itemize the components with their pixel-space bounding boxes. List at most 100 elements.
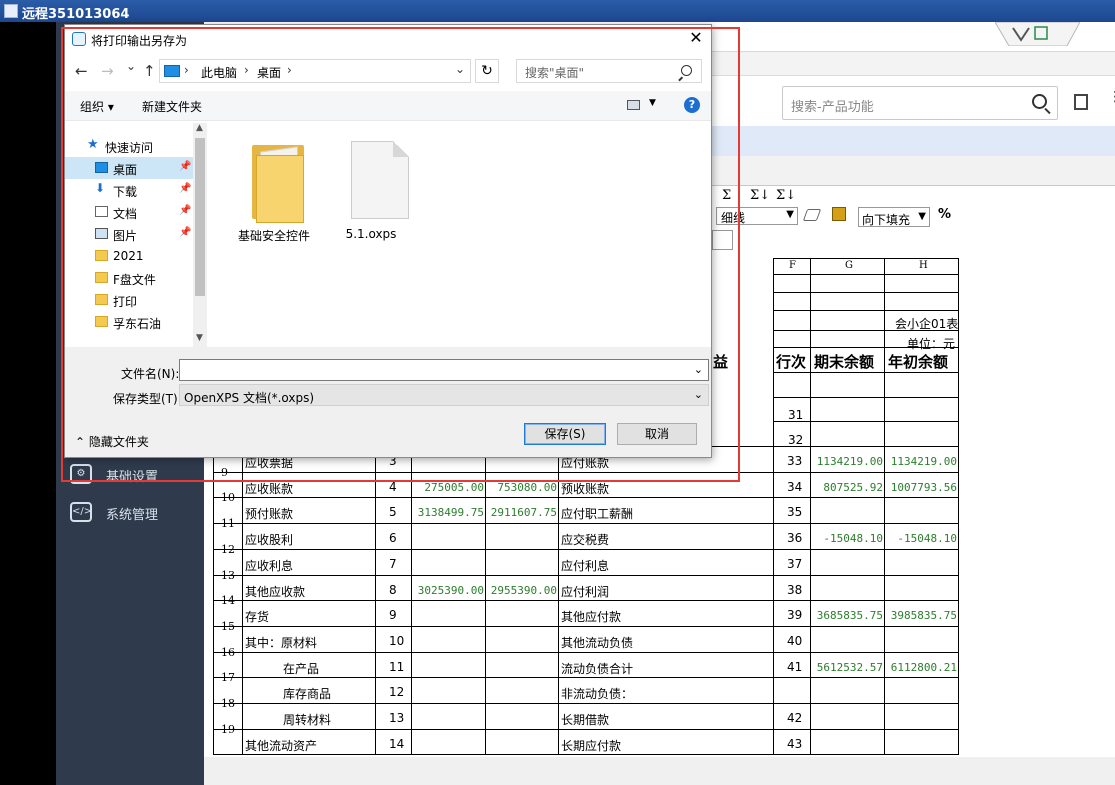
liability-item[interactable]: 长期应付款 bbox=[561, 737, 621, 754]
close-icon[interactable]: ✕ bbox=[681, 27, 711, 51]
liability-begin-balance[interactable]: 3985835.75 bbox=[891, 609, 957, 622]
asset-begin-balance[interactable]: 2911607.75 bbox=[491, 506, 557, 519]
asset-line-no[interactable]: 5 bbox=[389, 505, 397, 519]
app-search-box[interactable]: 搜索-产品功能 bbox=[782, 86, 1058, 120]
liability-line-no[interactable]: 34 bbox=[787, 480, 802, 494]
save-button[interactable]: 保存(S) bbox=[524, 423, 606, 445]
asset-item[interactable]: 预付账款 bbox=[245, 505, 293, 522]
liability-line-no[interactable]: 38 bbox=[787, 583, 802, 597]
search-icon[interactable] bbox=[1032, 94, 1047, 109]
chevron-down-icon[interactable]: ⌄ bbox=[455, 62, 465, 76]
asset-item[interactable]: 应收利息 bbox=[245, 557, 293, 574]
scroll-down-icon[interactable]: ▼ bbox=[196, 333, 203, 343]
asset-item[interactable]: 应收账款 bbox=[245, 480, 293, 497]
help-icon[interactable]: ? bbox=[684, 97, 700, 113]
liability-item[interactable]: 其他应付款 bbox=[561, 608, 621, 625]
asset-begin-balance[interactable]: 2955390.00 bbox=[491, 584, 557, 597]
scrollbar-thumb[interactable] bbox=[195, 138, 205, 296]
nav-item[interactable]: 2021 bbox=[65, 245, 195, 267]
liability-item[interactable]: 长期借款 bbox=[561, 711, 609, 728]
liability-end-balance[interactable]: -15048.10 bbox=[823, 532, 883, 545]
sidebar-item-system-management[interactable]: </> 系统管理 bbox=[56, 498, 204, 528]
liability-line-no[interactable]: 40 bbox=[787, 634, 802, 648]
navigation-scrollbar[interactable]: ▲ ▼ bbox=[193, 123, 207, 347]
col-header-h[interactable]: H bbox=[919, 260, 928, 271]
line-style-select[interactable]: 细线 ▼ bbox=[716, 207, 798, 225]
asset-line-no[interactable]: 8 bbox=[389, 583, 397, 597]
pin-icon[interactable]: 📌 bbox=[179, 183, 191, 194]
up-arrow-icon[interactable]: ↑ bbox=[143, 62, 156, 80]
asset-item[interactable]: 存货 bbox=[245, 608, 269, 625]
fill-direction-select[interactable]: 向下填充 ▼ bbox=[858, 207, 930, 227]
sum-buttons[interactable]: Σ Σ↓ Σ↓ bbox=[722, 188, 802, 206]
liability-line-no[interactable]: 39 bbox=[787, 608, 802, 622]
chevron-down-icon[interactable]: ▼ bbox=[649, 98, 656, 108]
liability-begin-balance[interactable]: 1007793.56 bbox=[891, 481, 957, 494]
percent-format-button[interactable]: % bbox=[938, 207, 951, 222]
asset-line-no[interactable]: 4 bbox=[389, 480, 397, 494]
liability-item[interactable]: 其他流动负债 bbox=[561, 634, 633, 651]
asset-end-balance[interactable]: 3025390.00 bbox=[418, 584, 484, 597]
new-folder-button[interactable]: 新建文件夹 bbox=[142, 98, 202, 115]
asset-item[interactable]: 周转材料 bbox=[283, 711, 331, 728]
breadcrumb-desktop[interactable]: 桌面 bbox=[257, 64, 281, 81]
breadcrumb-this-pc[interactable]: 此电脑 bbox=[201, 64, 237, 81]
forward-arrow-icon[interactable]: → bbox=[101, 62, 114, 80]
liability-line-no[interactable]: 33 bbox=[787, 454, 802, 468]
liability-item[interactable]: 应付职工薪酬 bbox=[561, 505, 633, 522]
col-header-g[interactable]: G bbox=[845, 260, 853, 271]
asset-line-no[interactable]: 12 bbox=[389, 685, 404, 699]
refresh-icon[interactable]: ↻ bbox=[475, 59, 499, 83]
asset-line-no[interactable]: 9 bbox=[389, 608, 397, 622]
chevron-right-icon[interactable]: › bbox=[287, 63, 292, 77]
liability-line-no[interactable]: 41 bbox=[787, 660, 802, 674]
asset-begin-balance[interactable]: 753080.00 bbox=[497, 481, 557, 494]
more-icon[interactable]: ⋮ bbox=[1108, 90, 1115, 110]
nav-quick-access[interactable]: ★ 快速访问 bbox=[65, 135, 195, 157]
asset-line-no[interactable]: 14 bbox=[389, 737, 404, 751]
search-icon[interactable] bbox=[681, 65, 692, 76]
filename-input[interactable]: ⌄ bbox=[179, 359, 709, 381]
file-item-document[interactable]: 5.1.oxps bbox=[331, 133, 411, 243]
liability-item[interactable]: 应付利润 bbox=[561, 583, 609, 600]
nav-item[interactable]: ⬇ 下载 📌 bbox=[65, 179, 195, 201]
chevron-down-icon[interactable]: ⌄ bbox=[694, 363, 703, 376]
view-options-icon[interactable] bbox=[627, 100, 640, 110]
nav-item[interactable]: 桌面 📌 bbox=[65, 157, 195, 179]
scroll-up-icon[interactable]: ▲ bbox=[196, 123, 203, 133]
pin-icon[interactable]: 📌 bbox=[179, 227, 191, 238]
asset-item[interactable]: 库存商品 bbox=[283, 685, 331, 702]
liability-end-balance[interactable]: 3685835.75 bbox=[817, 609, 883, 622]
line-no-cell[interactable]: 31 bbox=[788, 408, 803, 422]
nav-item[interactable]: 打印 bbox=[65, 289, 195, 311]
sum-desc-icon[interactable]: Σ↓ bbox=[750, 188, 770, 203]
asset-item[interactable]: 其他流动资产 bbox=[245, 737, 317, 754]
liability-item[interactable]: 预收账款 bbox=[561, 480, 609, 497]
filetype-select[interactable]: OpenXPS 文档(*.oxps) ⌄ bbox=[179, 384, 709, 406]
asset-end-balance[interactable]: 275005.00 bbox=[424, 481, 484, 494]
chevron-right-icon[interactable]: › bbox=[184, 63, 189, 77]
file-item-folder[interactable]: 基础安全控件 bbox=[234, 133, 314, 243]
liability-begin-balance[interactable]: 1134219.00 bbox=[891, 455, 957, 468]
liability-end-balance[interactable]: 807525.92 bbox=[823, 481, 883, 494]
nav-item[interactable]: 文档 📌 bbox=[65, 201, 195, 223]
recent-locations-icon[interactable]: ⌄ bbox=[126, 59, 136, 73]
organize-menu-button[interactable]: 组织 ▾ bbox=[80, 98, 114, 115]
sum-icon[interactable]: Σ bbox=[722, 188, 731, 203]
liability-item[interactable]: 非流动负债： bbox=[561, 685, 633, 702]
liability-item[interactable]: 应交税费 bbox=[561, 531, 609, 548]
hide-folders-toggle[interactable]: ⌃ 隐藏文件夹 bbox=[75, 433, 149, 450]
back-arrow-icon[interactable]: ← bbox=[75, 62, 88, 80]
liability-end-balance[interactable]: 5612532.57 bbox=[817, 661, 883, 674]
asset-item[interactable]: 在产品 bbox=[283, 660, 319, 677]
liability-item[interactable]: 流动负债合计 bbox=[561, 660, 633, 677]
sum-asc-icon[interactable]: Σ↓ bbox=[776, 188, 796, 203]
asset-line-no[interactable]: 7 bbox=[389, 557, 397, 571]
asset-line-no[interactable]: 13 bbox=[389, 711, 404, 725]
save-icon[interactable] bbox=[1074, 94, 1088, 110]
pin-icon[interactable]: 📌 bbox=[179, 161, 191, 172]
liability-begin-balance[interactable]: 6112800.21 bbox=[891, 661, 957, 674]
address-bar[interactable]: › 此电脑 › 桌面 › ⌄ bbox=[159, 59, 471, 83]
chevron-down-icon[interactable]: ⌄ bbox=[694, 388, 703, 401]
liability-line-no[interactable]: 36 bbox=[787, 531, 802, 545]
